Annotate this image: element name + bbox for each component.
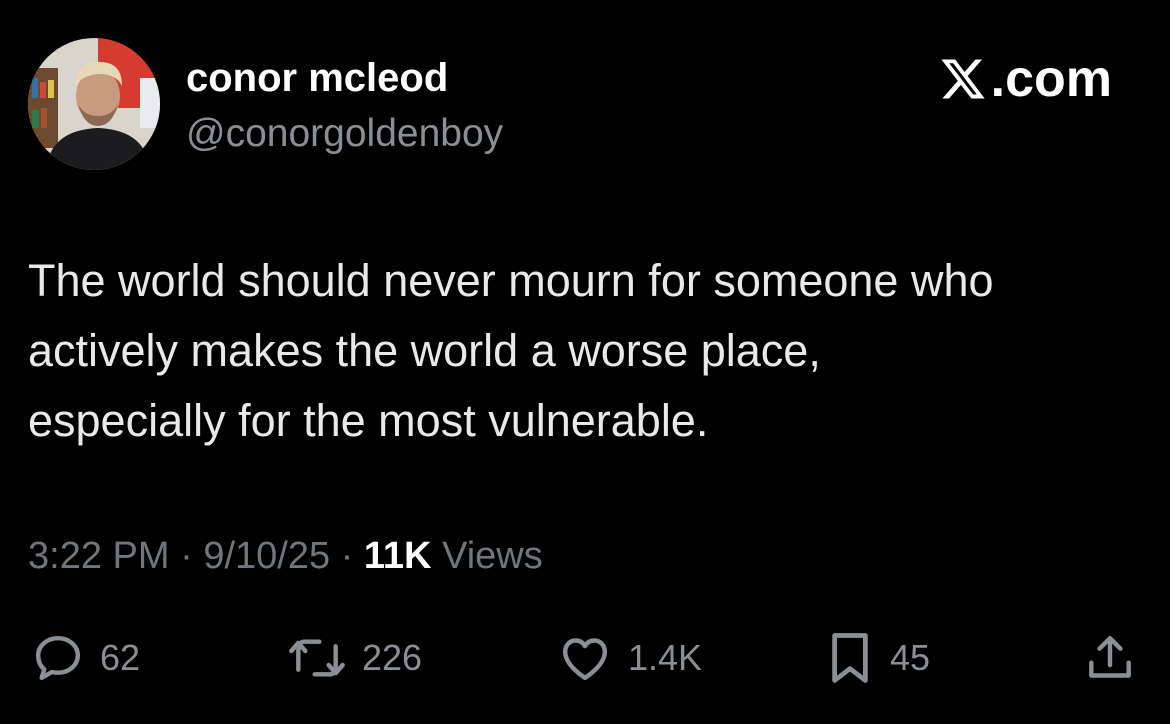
reply-button[interactable]: 62: [30, 628, 140, 688]
tweet-text-line: actively makes the world a worse place,: [28, 325, 821, 376]
like-button[interactable]: 1.4K: [556, 628, 702, 688]
share-button[interactable]: [1082, 628, 1138, 688]
bookmark-icon: [832, 633, 868, 683]
meta-separator: ·: [330, 535, 364, 577]
username-handle[interactable]: @conorgoldenboy: [186, 112, 503, 156]
tweet-text-line: especially for the most vulnerable.: [28, 395, 709, 446]
display-name[interactable]: conor mcleod: [186, 56, 448, 100]
heart-icon: [562, 638, 608, 681]
meta-separator: ·: [169, 535, 204, 577]
x-logo-icon: [941, 59, 985, 99]
tweet-date[interactable]: 9/10/25: [203, 535, 330, 577]
bookmark-button[interactable]: 45: [824, 628, 930, 688]
reply-count: 62: [100, 637, 141, 678]
action-bar: 62 226 1.4K 45: [0, 628, 1170, 688]
retweet-button[interactable]: 226: [286, 628, 422, 688]
tweet-time[interactable]: 3:22 PM: [28, 535, 170, 577]
retweet-count: 226: [362, 637, 423, 678]
brand-watermark: .com: [937, 52, 1112, 106]
tweet-meta: 3:22 PM · 9/10/25 · 11K Views: [28, 534, 543, 578]
bookmark-count: 45: [890, 637, 931, 678]
views-label: Views: [431, 535, 543, 577]
views-count: 11K: [363, 535, 432, 577]
tweet-text-line: The world should never mourn for someone…: [28, 255, 994, 306]
brand-text: .com: [990, 50, 1112, 108]
share-icon: [1089, 635, 1131, 678]
retweet-icon: [289, 639, 345, 677]
like-count: 1.4K: [628, 637, 703, 678]
reply-icon: [35, 635, 81, 681]
tweet-text: The world should never mourn for someone…: [28, 246, 1148, 456]
avatar[interactable]: [28, 38, 160, 170]
